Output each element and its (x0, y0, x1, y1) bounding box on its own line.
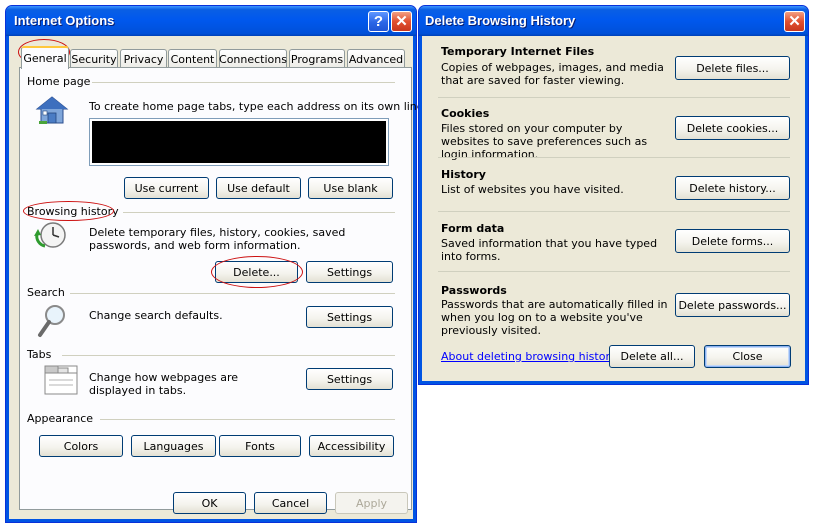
tabs-description: Change how webpages are displayed in tab… (89, 371, 239, 397)
tab-general[interactable]: General (21, 46, 69, 69)
passwords-title: Passwords (441, 284, 507, 297)
section-divider (438, 211, 790, 212)
history-clock-icon (34, 222, 66, 248)
delete-browsing-history-window: Delete Browsing History ✕ Temporary Inte… (418, 5, 809, 385)
ok-button[interactable]: OK (173, 492, 246, 514)
accessibility-button[interactable]: Accessibility (309, 435, 394, 457)
browsing-history-description: Delete temporary files, history, cookies… (89, 226, 346, 252)
dialog-title: Delete Browsing History (425, 13, 576, 28)
delete-cookies-button[interactable]: Delete cookies... (675, 116, 790, 140)
home-page-group-label: Home page (27, 75, 95, 88)
tab-advanced-label: Advanced (348, 52, 404, 66)
cancel-button[interactable]: Cancel (254, 492, 327, 514)
colors-button[interactable]: Colors (39, 435, 123, 457)
search-settings-button[interactable]: Settings (306, 306, 393, 328)
section-divider (438, 97, 790, 98)
tab-general-label: General (23, 52, 67, 65)
window-title: Internet Options (14, 13, 115, 28)
appearance-divider (100, 419, 395, 420)
history-title: History (441, 168, 486, 181)
delete-forms-button[interactable]: Delete forms... (675, 229, 790, 253)
delete-history-button[interactable]: Delete... (215, 261, 298, 283)
tabs-group-label: Tabs (27, 348, 56, 361)
delete-history-button[interactable]: Delete history... (675, 176, 790, 200)
home-page-divider (92, 82, 395, 83)
tab-security[interactable]: Security (70, 49, 118, 68)
delete-all-button[interactable]: Delete all... (609, 345, 695, 368)
passwords-description: Passwords that are automatically filled … (441, 298, 668, 337)
delete-files-button[interactable]: Delete files... (675, 56, 790, 80)
fonts-button[interactable]: Fonts (219, 435, 301, 457)
tab-advanced[interactable]: Advanced (347, 49, 405, 68)
internet-options-window: Internet Options ? ✕ General Security Pr… (5, 5, 428, 523)
section-divider (438, 157, 790, 158)
home-icon (35, 96, 69, 124)
home-page-address-value (92, 121, 386, 163)
section-divider (438, 271, 790, 272)
tabs-settings-button[interactable]: Settings (306, 368, 393, 390)
appearance-group-label: Appearance (27, 412, 98, 425)
tab-content-label: Content (170, 52, 215, 66)
form-data-description: Saved information that you have typed in… (441, 237, 658, 263)
use-blank-button[interactable]: Use blank (308, 177, 393, 199)
tab-privacy-label: Privacy (123, 52, 164, 66)
home-page-address-box[interactable] (89, 118, 389, 166)
apply-button[interactable]: Apply (335, 492, 408, 514)
close-icon: ✕ (788, 13, 801, 30)
general-tab-panel: Home page To create home page tabs, type… (19, 67, 428, 510)
home-page-description: To create home page tabs, type each addr… (89, 100, 428, 113)
internet-options-client: General Security Privacy Content Connect… (9, 36, 428, 519)
search-group-label: Search (27, 286, 69, 299)
cookies-description: Files stored on your computer by website… (441, 122, 648, 161)
delete-browsing-history-client: Temporary Internet Files Copies of webpa… (422, 36, 805, 381)
search-divider (70, 293, 395, 294)
browsing-history-group-label: Browsing history (27, 205, 123, 218)
close-icon: ✕ (395, 13, 408, 30)
browsing-history-settings-button[interactable]: Settings (306, 261, 393, 283)
search-description: Change search defaults. (89, 309, 223, 322)
history-description: List of websites you have visited. (441, 183, 624, 196)
tabs-divider (62, 355, 395, 356)
tab-connections[interactable]: Connections (219, 49, 287, 68)
temp-files-description: Copies of webpages, images, and media th… (441, 61, 664, 87)
help-icon: ? (373, 13, 384, 30)
magnifier-icon (38, 305, 65, 337)
browsing-history-divider (123, 212, 395, 213)
cookies-title: Cookies (441, 107, 490, 120)
close-window-button[interactable]: ✕ (391, 11, 412, 32)
tab-programs-label: Programs (290, 52, 344, 66)
tab-programs[interactable]: Programs (289, 49, 345, 68)
form-data-title: Form data (441, 222, 505, 235)
tab-privacy[interactable]: Privacy (120, 49, 167, 68)
internet-options-titlebar[interactable]: Internet Options ? ✕ (6, 6, 416, 36)
use-current-button[interactable]: Use current (124, 177, 209, 199)
close-button[interactable]: Close (704, 345, 791, 368)
tabs-window-icon (44, 365, 78, 395)
delete-browsing-history-titlebar[interactable]: Delete Browsing History ✕ (419, 6, 808, 36)
tab-security-label: Security (71, 52, 117, 66)
tab-connections-label: Connections (219, 52, 287, 66)
delete-passwords-button[interactable]: Delete passwords... (675, 293, 790, 317)
use-default-button[interactable]: Use default (216, 177, 301, 199)
languages-button[interactable]: Languages (131, 435, 216, 457)
temp-files-title: Temporary Internet Files (441, 45, 595, 58)
about-deleting-history-link[interactable]: About deleting browsing history (441, 350, 616, 363)
help-button[interactable]: ? (368, 11, 389, 32)
tab-content[interactable]: Content (168, 49, 217, 68)
close-dialog-button[interactable]: ✕ (784, 11, 805, 32)
